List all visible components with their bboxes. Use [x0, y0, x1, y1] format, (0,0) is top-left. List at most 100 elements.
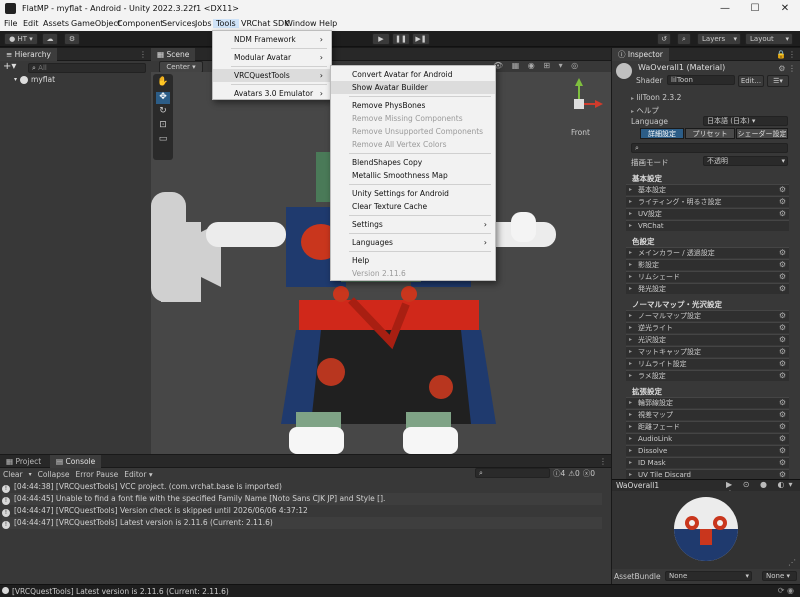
menu-item-remove-physbones[interactable]: Remove PhysBones	[331, 99, 495, 112]
menu-item-settings[interactable]: Settings ›	[331, 218, 495, 231]
gear-icon[interactable]: ⚙	[779, 272, 786, 282]
foldout-row[interactable]: ▸ 光沢設定 ⚙	[626, 334, 789, 345]
close-button[interactable]: ✕	[770, 0, 800, 17]
help-foldout[interactable]: ▸ ヘルプ	[631, 105, 659, 116]
gear-icon[interactable]: ⚙	[779, 284, 786, 294]
mode-tab-preset[interactable]: プリセット	[685, 128, 735, 139]
scene-view-options[interactable]: 👁 ▦ ◉ ⊞ ▾ ◎	[493, 61, 603, 72]
panel-menu-icon[interactable]: ⋮	[788, 50, 796, 59]
menu-item-help[interactable]: Help	[331, 254, 495, 267]
menu-file[interactable]: File	[4, 19, 17, 28]
gear-icon[interactable]: ⚙	[779, 434, 786, 444]
tab-scene[interactable]: ▦ Scene	[151, 48, 196, 61]
menu-component[interactable]: Component	[117, 19, 163, 28]
menu-item-metallic-smoothness-map[interactable]: Metallic Smoothness Map	[331, 169, 495, 182]
console-log-row[interactable]: ! [04:44:47] [VRCQuestTools] Latest versi…	[2, 517, 602, 529]
render-mode-dropdown[interactable]: 不透明 ▾	[703, 156, 788, 166]
menu-assets[interactable]: Assets	[43, 19, 69, 28]
gear-icon[interactable]: ⚙	[779, 422, 786, 432]
foldout-row[interactable]: ▸ リムシェード ⚙	[626, 271, 789, 282]
panel-menu-icon[interactable]: ⋮	[599, 457, 607, 466]
shader-edit-button[interactable]: Edit...	[738, 75, 764, 87]
menu-tools[interactable]: Tools	[213, 19, 239, 28]
gear-icon[interactable]: ⚙	[779, 260, 786, 270]
gear-icon[interactable]: ⚙	[779, 371, 786, 381]
menu-gameobject[interactable]: GameObject	[71, 19, 121, 28]
console-log-row[interactable]: ! [04:44:38] [VRCQuestTools] VCC project.…	[2, 481, 602, 493]
assetbundle-variant-dropdown[interactable]: None ▾	[762, 571, 797, 581]
assetbundle-dropdown[interactable]: None ▾	[665, 571, 752, 581]
inspector-search-input[interactable]: ⌕	[631, 143, 788, 153]
menu-edit[interactable]: Edit	[23, 19, 39, 28]
foldout-row[interactable]: ▸ ノーマルマップ設定 ⚙	[626, 310, 789, 321]
menu-item-blendshapes-copy[interactable]: BlendShapes Copy	[331, 156, 495, 169]
foldout-row[interactable]: ▸ ライティング・明るさ設定 ⚙	[626, 196, 789, 207]
console-log-row[interactable]: ! [04:44:45] Unable to find a font file w…	[2, 493, 602, 505]
pause-button[interactable]: ❚❚	[392, 33, 410, 45]
menu-help[interactable]: Help	[319, 19, 337, 28]
gear-icon[interactable]: ⚙	[779, 311, 786, 321]
resize-icon[interactable]: ⋰	[788, 558, 796, 567]
lock-icon[interactable]: 🔒	[776, 50, 786, 59]
play-button[interactable]: ▶	[372, 33, 390, 45]
foldout-row[interactable]: ▸ ID Mask ⚙	[626, 457, 789, 468]
layers-dropdown[interactable]: Layers ▾	[697, 33, 741, 45]
warning-filter[interactable]: ⚠0	[568, 469, 580, 478]
gear-icon[interactable]: ⚙	[779, 359, 786, 369]
search-icon[interactable]: ⌕	[677, 33, 691, 45]
shader-dropdown[interactable]: lilToon	[667, 75, 735, 85]
collapse-toggle[interactable]: Collapse	[38, 470, 70, 479]
menu-vrchat-sdk[interactable]: VRChat SDK	[241, 19, 289, 28]
foldout-row[interactable]: ▸ 基本設定 ⚙	[626, 184, 789, 195]
console-search-input[interactable]: ⌕	[475, 468, 550, 478]
foldout-row[interactable]: ▸ Dissolve ⚙	[626, 445, 789, 456]
account-dropdown[interactable]: ● HT ▾	[4, 33, 38, 45]
info-filter[interactable]: ⓘ4	[553, 468, 565, 479]
foldout-row[interactable]: ▸ 視差マップ ⚙	[626, 409, 789, 420]
menu-jobs[interactable]: Jobs	[195, 19, 212, 28]
foldout-row[interactable]: ▸ マットキャップ設定 ⚙	[626, 346, 789, 357]
foldout-row[interactable]: ▸ メインカラー / 透過設定 ⚙	[626, 247, 789, 258]
add-icon[interactable]: +▾	[3, 62, 16, 73]
error-pause-toggle[interactable]: Error Pause	[76, 470, 119, 479]
gear-icon[interactable]: ⚙	[779, 209, 786, 219]
foldout-row[interactable]: ▸ UV設定 ⚙	[626, 208, 789, 219]
foldout-row[interactable]: ▸ 距離フェード ⚙	[626, 421, 789, 432]
menu-item-modular-avatar[interactable]: Modular Avatar ›	[213, 51, 331, 64]
maximize-button[interactable]: ☐	[740, 0, 770, 17]
mode-tab-shader-settings[interactable]: シェーダー設定	[736, 128, 788, 139]
collab-settings-icon[interactable]: ⚙	[64, 33, 80, 45]
gear-icon[interactable]: ⚙	[779, 185, 786, 195]
clear-button[interactable]: Clear	[3, 470, 23, 479]
menu-item-show-avatar-builder[interactable]: Show Avatar Builder	[331, 81, 495, 94]
menu-item-vrcquesttools[interactable]: VRCQuestTools ›	[213, 69, 331, 82]
orientation-gizmo[interactable]: Front	[553, 76, 609, 137]
error-filter[interactable]: ⓧ0	[583, 468, 595, 479]
gear-icon[interactable]: ⚙	[779, 197, 786, 207]
menu-item-unity-settings-android[interactable]: Unity Settings for Android	[331, 187, 495, 200]
language-dropdown[interactable]: 日本語 (日本) ▾	[703, 116, 788, 126]
step-button[interactable]: ▶❚	[412, 33, 430, 45]
panel-menu-icon[interactable]: ⋮	[139, 50, 147, 59]
layout-dropdown[interactable]: Layout ▾	[745, 33, 793, 45]
scale-tool-icon[interactable]: ⊡	[156, 120, 170, 132]
hierarchy-search-input[interactable]: ⌕ All	[28, 63, 146, 73]
gear-icon[interactable]: ⚙	[779, 323, 786, 333]
material-settings-icon[interactable]: ⚙ ⋮	[778, 64, 796, 73]
gear-icon[interactable]: ⚙	[779, 446, 786, 456]
gear-icon[interactable]: ⚙	[779, 347, 786, 357]
tab-project[interactable]: ▦ Project	[0, 455, 47, 468]
shader-options-icon[interactable]: ☰▾	[767, 75, 789, 87]
foldout-row[interactable]: ▸ 影設定 ⚙	[626, 259, 789, 270]
tab-inspector[interactable]: ⓘ Inspector	[612, 48, 669, 61]
menu-window[interactable]: Window	[285, 19, 317, 28]
chevron-down-icon[interactable]: ▾	[29, 471, 32, 478]
rect-tool-icon[interactable]: ▭	[156, 134, 170, 146]
foldout-row[interactable]: ▸ ラメ設定 ⚙	[626, 370, 789, 381]
history-icon[interactable]: ↺	[657, 33, 671, 45]
cloud-icon[interactable]: ☁	[42, 33, 58, 45]
move-tool-icon[interactable]: ✥	[156, 92, 170, 104]
foldout-row[interactable]: ▸ 発光設定 ⚙	[626, 283, 789, 294]
foldout-row[interactable]: ▸ AudioLink ⚙	[626, 433, 789, 444]
material-preview[interactable]: ⋰	[612, 491, 800, 569]
